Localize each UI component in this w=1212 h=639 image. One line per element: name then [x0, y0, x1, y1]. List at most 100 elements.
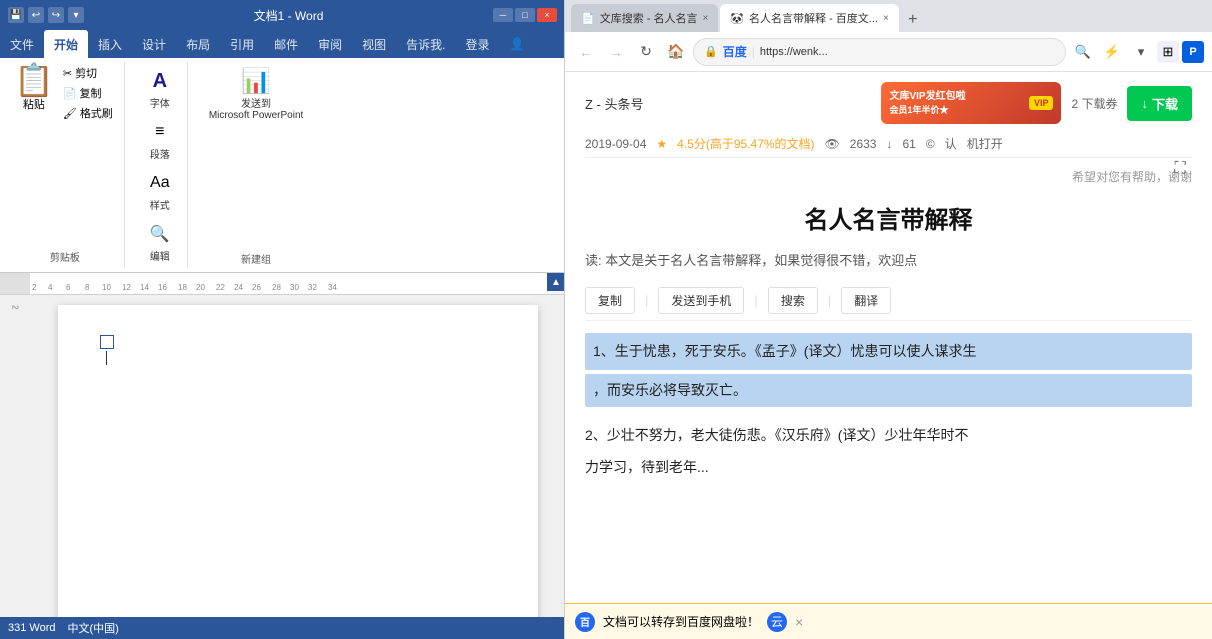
browser-tab-2[interactable]: 🐼 名人名言带解释 - 百度文... × [720, 4, 899, 32]
back-button[interactable]: ← [573, 39, 599, 65]
paste-button[interactable]: 📋 粘贴 [14, 64, 54, 112]
font-icon: A [146, 67, 174, 95]
toolbar-separator-2: | [754, 293, 757, 308]
lightning-icon[interactable]: ⚡ [1099, 39, 1125, 65]
send-to-phone-button[interactable]: 发送到手机 [658, 287, 744, 314]
send-to-ppt-button[interactable]: 📊 发送到Microsoft PowerPoint [204, 64, 308, 124]
window-controls: ─ □ × [493, 8, 557, 22]
breadcrumb: Z - 头条号 [585, 94, 644, 113]
copy-button[interactable]: 📄复制 [60, 84, 116, 102]
doc-date: 2019-09-04 [585, 137, 646, 151]
search-tool-button[interactable]: 搜索 [768, 287, 818, 314]
home-button[interactable]: 🏠 [663, 39, 689, 65]
tab1-close-icon[interactable]: × [702, 13, 708, 24]
ruler-collapse-button[interactable]: ▲ [547, 273, 565, 291]
tab-review[interactable]: 审阅 [308, 30, 352, 58]
toolbar-separator-1: | [645, 293, 648, 308]
doc-copyright: 认 [945, 135, 957, 152]
doc-intro: 读: 本文是关于名人名言带解释，如果觉得很不错，欢迎点 [585, 250, 1192, 269]
forward-button[interactable]: → [603, 39, 629, 65]
doc-meta-bar: 2019-09-04 ★ 4.5分(高于95.47%的文档) 👁 2633 ↓ … [585, 130, 1192, 158]
doc-downloads: 61 [902, 137, 915, 151]
address-text[interactable]: https://wenk... [760, 46, 1055, 58]
tab-tell-me[interactable]: 告诉我. [396, 30, 455, 58]
tab-mail[interactable]: 邮件 [264, 30, 308, 58]
browser-window: 📄 文库搜索 - 名人名言 × 🐼 名人名言带解释 - 百度文... × + ←… [564, 0, 1212, 639]
styles-button[interactable]: Aa 样式 [141, 166, 179, 215]
cut-button[interactable]: ✂剪切 [60, 64, 116, 82]
cut-icon: ✂ [63, 67, 72, 80]
toolbar-separator-3: | [828, 293, 831, 308]
apps-icon[interactable]: ⊞ [1157, 41, 1179, 63]
word-quick-access: 💾 ↩ ↪ ▾ [8, 7, 84, 23]
baidu-pan-icon: 云 [767, 612, 787, 632]
minimize-button[interactable]: ─ [493, 8, 513, 22]
copy-tool-button[interactable]: 复制 [585, 287, 635, 314]
tab2-close-icon[interactable]: × [883, 13, 889, 24]
ruler-tick-32: 32 [308, 283, 317, 292]
copyright-icon: © [926, 137, 935, 151]
browser-scrollable-content[interactable]: Z - 头条号 文库VIP发红包啦 会员1年半价★ VIP 2 下载券 ↓ 下载 [565, 72, 1212, 639]
eye-icon: 👁 [825, 137, 840, 151]
fullscreen-button[interactable]: ⛶ [1168, 160, 1192, 184]
translate-button[interactable]: 翻译 [841, 287, 891, 314]
word-page [58, 305, 538, 617]
para2-cont-text: 力学习，待到老年... [585, 459, 709, 475]
word-page-container [30, 295, 565, 617]
editing-button[interactable]: 🔍 编辑 [141, 217, 179, 266]
ppt-label: 发送到Microsoft PowerPoint [209, 95, 303, 121]
tab1-label: 文库搜索 - 名人名言 [600, 10, 698, 26]
undo-icon[interactable]: ↩ [28, 7, 44, 23]
tab2-label: 名人名言带解释 - 百度文... [749, 10, 878, 26]
ruler-tick-26: 26 [252, 283, 261, 292]
open-label: 机打开 [967, 135, 1003, 152]
ruler-tick-l2: 2 [32, 283, 36, 292]
vruler-label: 2 [11, 305, 20, 309]
redo-icon[interactable]: ↪ [48, 7, 64, 23]
search-icon[interactable]: 🔍 [1070, 39, 1096, 65]
tab-insert[interactable]: 插入 [88, 30, 132, 58]
tab-design[interactable]: 设计 [132, 30, 176, 58]
doc-inner-toolbar: 复制 | 发送到手机 | 搜索 | 翻译 [585, 281, 1192, 321]
address-bar[interactable]: 🔒 百度 | https://wenk... [693, 38, 1066, 66]
browser-tab-1[interactable]: 📄 文库搜索 - 名人名言 × [571, 4, 718, 32]
notification-text: 文档可以转存到百度网盘啦！ [603, 613, 759, 630]
baidu-extension-icon[interactable]: P [1182, 41, 1204, 63]
paragraph-label: 段落 [150, 146, 170, 161]
ruler-tick-24: 24 [234, 283, 243, 292]
tab-user-icon[interactable]: 👤 [500, 30, 535, 58]
tab-references[interactable]: 引用 [220, 30, 264, 58]
maximize-button[interactable]: □ [515, 8, 535, 22]
customize-qat-icon[interactable]: ▾ [68, 7, 84, 23]
styles-label: 样式 [150, 197, 170, 212]
tab-home[interactable]: 开始 [44, 30, 88, 58]
word-window: 💾 ↩ ↪ ▾ 文档1 - Word ─ □ × 文件 开始 插入 设计 布局 … [0, 0, 565, 639]
word-title: 文档1 - Word [84, 7, 493, 24]
format-painter-button[interactable]: 🖌格式刷 [60, 104, 116, 122]
ruler-tick-14: 14 [140, 283, 149, 292]
close-button[interactable]: × [537, 8, 557, 22]
new-tab-button[interactable]: + [901, 8, 925, 32]
save-icon[interactable]: 💾 [8, 7, 24, 23]
font-button[interactable]: A 字体 [141, 64, 179, 113]
dropdown-icon[interactable]: ▾ [1128, 39, 1154, 65]
ruler-main: 2 4 6 8 10 12 14 16 18 20 22 24 26 28 30… [30, 273, 547, 294]
tab-file[interactable]: 文件 [0, 30, 44, 58]
word-ruler: 2 4 6 8 10 12 14 16 18 20 22 24 26 28 30… [0, 273, 565, 295]
notification-close-button[interactable]: × [795, 614, 803, 630]
doc-paragraph-1-cont: ，而安乐必将导致灭亡。 [585, 374, 1192, 407]
ruler-tick-12: 12 [122, 283, 131, 292]
download-button[interactable]: ↓ 下载 [1127, 86, 1192, 121]
font-label: 字体 [150, 95, 170, 110]
baidu-notification-bar: 百 文档可以转存到百度网盘啦！ 云 × [565, 603, 1212, 639]
ruler-tick-30: 30 [290, 283, 299, 292]
editing-label: 编辑 [150, 248, 170, 263]
vip-banner[interactable]: 文库VIP发红包啦 会员1年半价★ VIP [881, 82, 1061, 124]
refresh-button[interactable]: ↻ [633, 39, 659, 65]
tab-view[interactable]: 视图 [352, 30, 396, 58]
tab-layout[interactable]: 布局 [176, 30, 220, 58]
tab-login[interactable]: 登录 [455, 30, 499, 58]
paragraph-button[interactable]: ≡ 段落 [141, 115, 179, 164]
vip-badge: VIP [1029, 96, 1054, 110]
download-count-label: 2 下载券 [1071, 95, 1117, 112]
